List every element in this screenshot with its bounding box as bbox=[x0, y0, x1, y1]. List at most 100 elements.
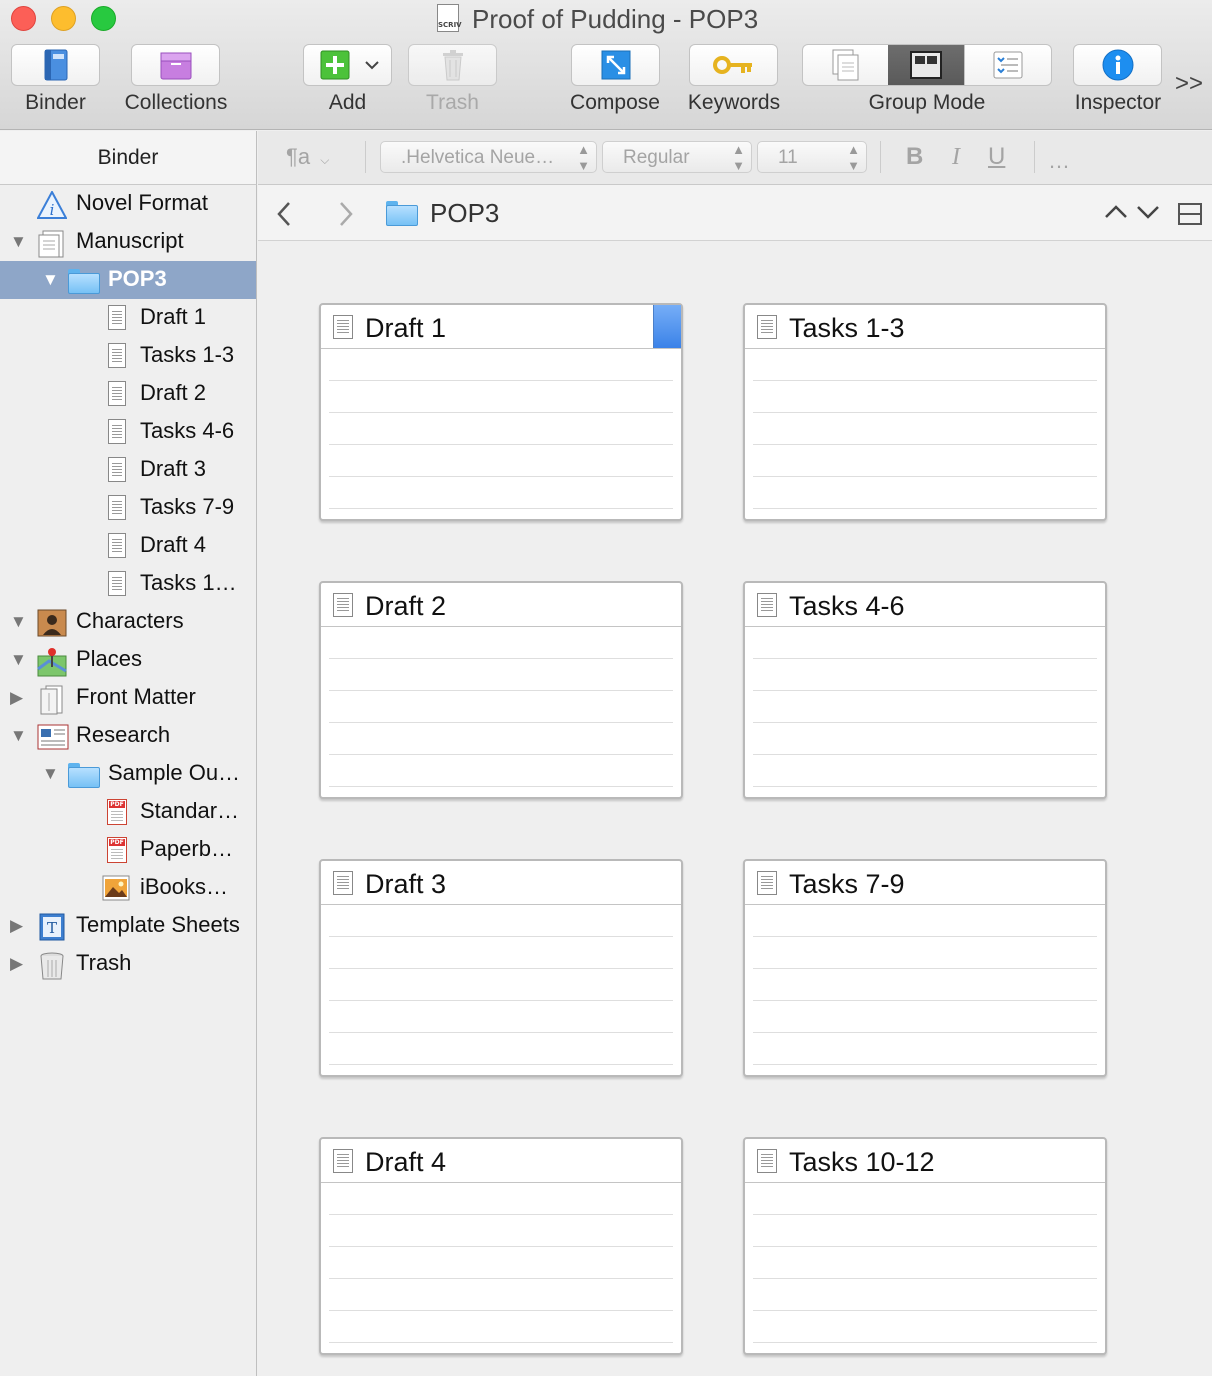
back-arrow-icon[interactable] bbox=[276, 201, 292, 227]
binder-item-ibooks-image[interactable]: iBooks… bbox=[0, 869, 256, 907]
binder-icon bbox=[44, 49, 67, 81]
binder-item-draft-4[interactable]: Draft 4 bbox=[0, 527, 256, 565]
compose-icon bbox=[601, 50, 630, 80]
zoom-window-button[interactable] bbox=[91, 6, 116, 31]
card-title[interactable]: Draft 1 bbox=[365, 313, 446, 344]
minimize-window-button[interactable] bbox=[51, 6, 76, 31]
card-synopsis[interactable] bbox=[329, 905, 673, 1071]
compose-button[interactable] bbox=[571, 44, 660, 86]
disclosure-expanded-icon[interactable]: ▼ bbox=[10, 650, 27, 670]
corkboard-mode-segment[interactable] bbox=[888, 45, 964, 85]
index-card-tasks-1-3[interactable]: Tasks 1-3 bbox=[743, 303, 1107, 521]
binder-item-label: Research bbox=[76, 722, 171, 747]
toolbar-overflow-button[interactable]: >> bbox=[1175, 70, 1203, 98]
outliner-mode-segment[interactable] bbox=[964, 45, 1051, 85]
disclosure-collapsed-icon[interactable]: ▶ bbox=[10, 954, 23, 974]
binder-item-front-matter[interactable]: ▶ Front Matter bbox=[0, 679, 256, 717]
folder-icon bbox=[68, 761, 100, 788]
binder-item-manuscript[interactable]: ▼ Manuscript bbox=[0, 223, 256, 261]
inspector-button[interactable] bbox=[1073, 44, 1162, 86]
binder-item-label: Manuscript bbox=[76, 228, 184, 253]
disclosure-collapsed-icon[interactable]: ▶ bbox=[10, 688, 23, 708]
collections-label: Collections bbox=[124, 91, 228, 114]
more-format-options-button[interactable]: … bbox=[1048, 145, 1070, 177]
card-synopsis[interactable] bbox=[753, 1183, 1097, 1349]
binder-toggle-button[interactable] bbox=[11, 44, 100, 86]
disclosure-expanded-icon[interactable]: ▼ bbox=[10, 726, 27, 746]
binder-item-tasks-4-6[interactable]: Tasks 4-6 bbox=[0, 413, 256, 451]
index-card-tasks-10-12[interactable]: Tasks 10-12 bbox=[743, 1137, 1107, 1355]
pdf-icon bbox=[104, 799, 130, 825]
card-title[interactable]: Tasks 10-12 bbox=[789, 1147, 935, 1178]
font-size-select[interactable]: 11 ▲ ▼ bbox=[757, 141, 867, 173]
binder-item-label: Places bbox=[76, 646, 143, 671]
format-divider bbox=[1034, 141, 1035, 173]
keywords-label: Keywords bbox=[687, 91, 781, 114]
index-card-tasks-7-9[interactable]: Tasks 7-9 bbox=[743, 859, 1107, 1077]
font-family-select[interactable]: .Helvetica Neue… ▲ ▼ bbox=[380, 141, 597, 173]
binder-item-places[interactable]: ▼ Places bbox=[0, 641, 256, 679]
bold-button[interactable]: B bbox=[906, 141, 923, 173]
index-card-draft-3[interactable]: Draft 3 bbox=[319, 859, 683, 1077]
document-proxy-icon[interactable]: SCRIV bbox=[437, 4, 462, 32]
card-title[interactable]: Draft 4 bbox=[365, 1147, 446, 1178]
binder-item-draft-2[interactable]: Draft 2 bbox=[0, 375, 256, 413]
binder-item-standard-pdf[interactable]: Standar… bbox=[0, 793, 256, 831]
italic-button[interactable]: I bbox=[952, 141, 960, 173]
disclosure-collapsed-icon[interactable]: ▶ bbox=[10, 916, 23, 936]
binder-item-sample-outline[interactable]: ▼ Sample Ou… bbox=[0, 755, 256, 793]
close-window-button[interactable] bbox=[11, 6, 36, 31]
format-bar: ¶a ⌵ .Helvetica Neue… ▲ ▼ Regular ▲ ▼ 11 ▲… bbox=[258, 131, 1212, 185]
binder-item-research[interactable]: ▼ Research bbox=[0, 717, 256, 755]
next-document-icon[interactable] bbox=[1136, 204, 1160, 220]
paragraph-style-label: ¶a bbox=[286, 144, 311, 169]
index-card-tasks-4-6[interactable]: Tasks 4-6 bbox=[743, 581, 1107, 799]
index-card-draft-2[interactable]: Draft 2 bbox=[319, 581, 683, 799]
binder-item-trash[interactable]: ▶ Trash bbox=[0, 945, 256, 983]
card-title[interactable]: Draft 2 bbox=[365, 591, 446, 622]
binder-item-pop3[interactable]: ▼ POP3 bbox=[0, 261, 256, 299]
card-title[interactable]: Tasks 7-9 bbox=[789, 869, 905, 900]
binder-item-tasks-1-3[interactable]: Tasks 1-3 bbox=[0, 337, 256, 375]
binder-item-tasks-7-9[interactable]: Tasks 7-9 bbox=[0, 489, 256, 527]
binder-item-novel-format[interactable]: i Novel Format bbox=[0, 185, 256, 223]
card-synopsis[interactable] bbox=[329, 1183, 673, 1349]
binder-item-characters[interactable]: ▼ Characters bbox=[0, 603, 256, 641]
card-synopsis[interactable] bbox=[753, 905, 1097, 1071]
collections-button[interactable] bbox=[131, 44, 220, 86]
disclosure-expanded-icon[interactable]: ▼ bbox=[42, 764, 59, 784]
disclosure-expanded-icon[interactable]: ▼ bbox=[42, 270, 59, 290]
binder-item-paperback-pdf[interactable]: Paperb… bbox=[0, 831, 256, 869]
split-editor-icon[interactable] bbox=[1178, 203, 1202, 225]
binder-item-template-sheets[interactable]: ▶ T Template Sheets bbox=[0, 907, 256, 945]
previous-document-icon[interactable] bbox=[1104, 204, 1128, 220]
chevron-down-icon: ⌵ bbox=[320, 153, 330, 167]
card-title[interactable]: Draft 3 bbox=[365, 869, 446, 900]
chevron-down-icon[interactable] bbox=[364, 59, 380, 71]
font-style-value: Regular bbox=[623, 147, 690, 168]
card-header: Tasks 10-12 bbox=[745, 1139, 1105, 1183]
card-synopsis[interactable] bbox=[329, 349, 673, 515]
index-card-draft-1[interactable]: Draft 1 bbox=[319, 303, 683, 521]
binder-item-draft-1[interactable]: Draft 1 bbox=[0, 299, 256, 337]
card-synopsis[interactable] bbox=[753, 627, 1097, 793]
toolbar: SCRIV Proof of Pudding - POP3 Binder Col… bbox=[0, 0, 1212, 130]
paragraph-style-button[interactable]: ¶a ⌵ bbox=[286, 141, 329, 173]
scrivenings-mode-segment[interactable] bbox=[803, 45, 888, 85]
binder-item-draft-3[interactable]: Draft 3 bbox=[0, 451, 256, 489]
underline-button[interactable]: U bbox=[988, 141, 1005, 173]
index-card-draft-4[interactable]: Draft 4 bbox=[319, 1137, 683, 1355]
card-title[interactable]: Tasks 4-6 bbox=[789, 591, 905, 622]
font-style-select[interactable]: Regular ▲ ▼ bbox=[602, 141, 752, 173]
card-title[interactable]: Tasks 1-3 bbox=[789, 313, 905, 344]
trash-button[interactable] bbox=[408, 44, 497, 86]
add-button[interactable] bbox=[303, 44, 392, 86]
group-mode-segmented-control[interactable] bbox=[802, 44, 1052, 86]
binder-item-tasks-10-12[interactable]: Tasks 1… bbox=[0, 565, 256, 603]
keywords-button[interactable] bbox=[689, 44, 778, 86]
disclosure-expanded-icon[interactable]: ▼ bbox=[10, 232, 27, 252]
card-synopsis[interactable] bbox=[753, 349, 1097, 515]
forward-arrow-icon[interactable] bbox=[338, 201, 354, 227]
card-synopsis[interactable] bbox=[329, 627, 673, 793]
disclosure-expanded-icon[interactable]: ▼ bbox=[10, 612, 27, 632]
